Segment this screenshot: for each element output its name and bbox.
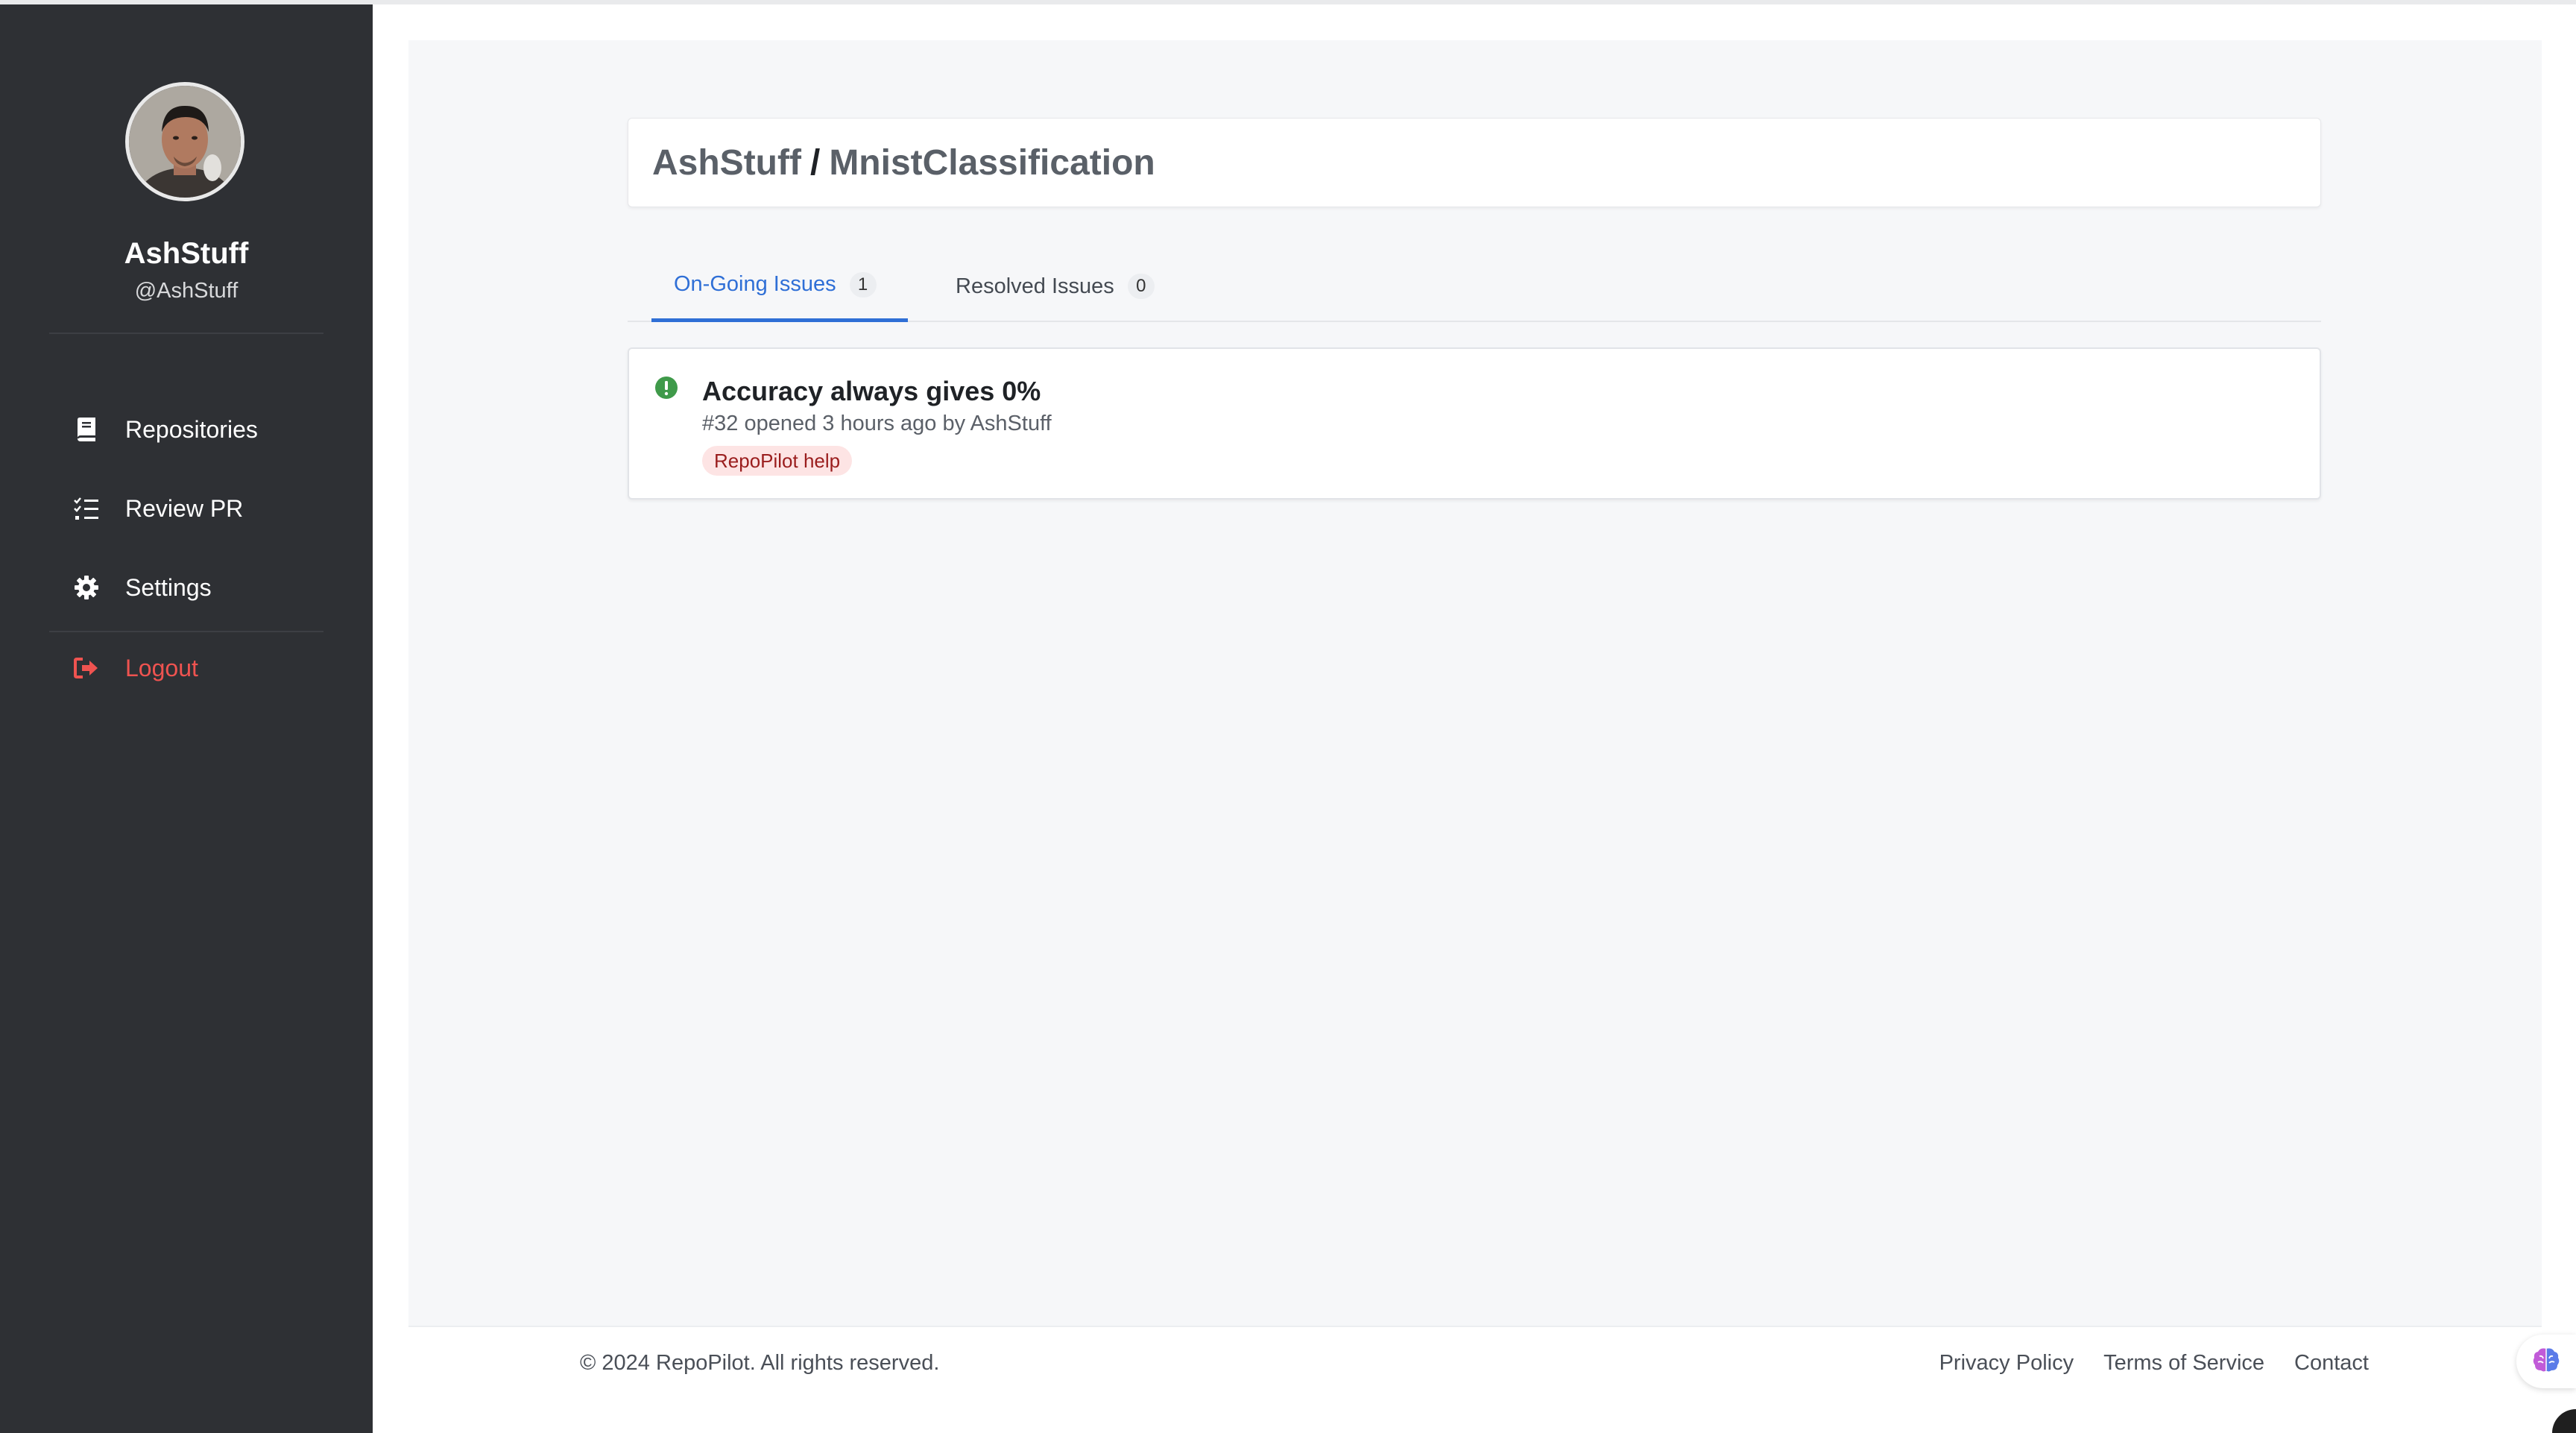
contact-link[interactable]: Contact [2294,1351,2369,1376]
open-issue-icon [654,376,678,400]
sidebar-item-logout[interactable]: Logout [49,635,323,701]
privacy-policy-link[interactable]: Privacy Policy [1939,1351,2074,1376]
footer-copyright: © 2024 RepoPilot. All rights reserved. [580,1351,940,1375]
tab-count-badge: 0 [1127,274,1155,299]
sidebar-divider [49,333,323,334]
issue-card[interactable]: Accuracy always gives 0% #32 opened 3 ho… [628,347,2321,500]
issue-label-badge[interactable]: RepoPilot help [702,446,853,476]
footer-links: Privacy Policy Terms of Service Contact [1939,1351,2369,1376]
footer: © 2024 RepoPilot. All rights reserved. P… [408,1326,2542,1397]
sidebar-item-label: Review PR [125,494,244,522]
repo-owner[interactable]: AshStuff [652,142,801,183]
tab-count-badge: 1 [849,271,877,297]
issue-title[interactable]: Accuracy always gives 0% [702,376,1041,407]
book-icon [67,415,106,444]
sidebar-item-label: Settings [125,573,212,601]
profile-handle: @AshStuff [134,279,239,303]
sidebar-item-settings[interactable]: Settings [49,555,323,620]
assistant-widget-button[interactable] [2516,1335,2576,1388]
repo-name[interactable]: MnistClassification [829,142,1155,183]
avatar[interactable] [125,82,244,201]
terms-of-service-link[interactable]: Terms of Service [2103,1351,2264,1376]
logout-icon [67,653,106,683]
tab-resolved-issues[interactable]: Resolved Issues 0 [956,251,1179,322]
repo-header: AshStuff / MnistClassification [628,118,2321,207]
main-content [408,40,2542,1326]
tab-label: Resolved Issues [956,274,1114,298]
issue-meta: #32 opened 3 hours ago by AshStuff [702,412,1052,435]
tab-label: On-Going Issues [674,272,836,296]
sidebar-item-repositories[interactable]: Repositories [49,397,323,462]
repo-separator: / [809,142,821,183]
issue-tabs: On-Going Issues 1 Resolved Issues 0 [628,251,2321,322]
sidebar-item-review-pr[interactable]: Review PR [49,476,323,541]
top-border [0,0,2576,4]
gear-icon [67,573,106,602]
window-corner [2552,1409,2576,1433]
avatar-image [129,86,241,198]
sidebar: AshStuff @AshStuff Repositories Review P… [0,4,373,1433]
list-check-icon [67,494,106,523]
sidebar-item-label: Repositories [125,415,258,443]
brain-icon [2531,1347,2561,1377]
tab-ongoing-issues[interactable]: On-Going Issues 1 [651,251,908,322]
sidebar-item-label: Logout [125,654,198,681]
profile-name: AshStuff [124,237,249,270]
sidebar-divider [49,631,323,632]
